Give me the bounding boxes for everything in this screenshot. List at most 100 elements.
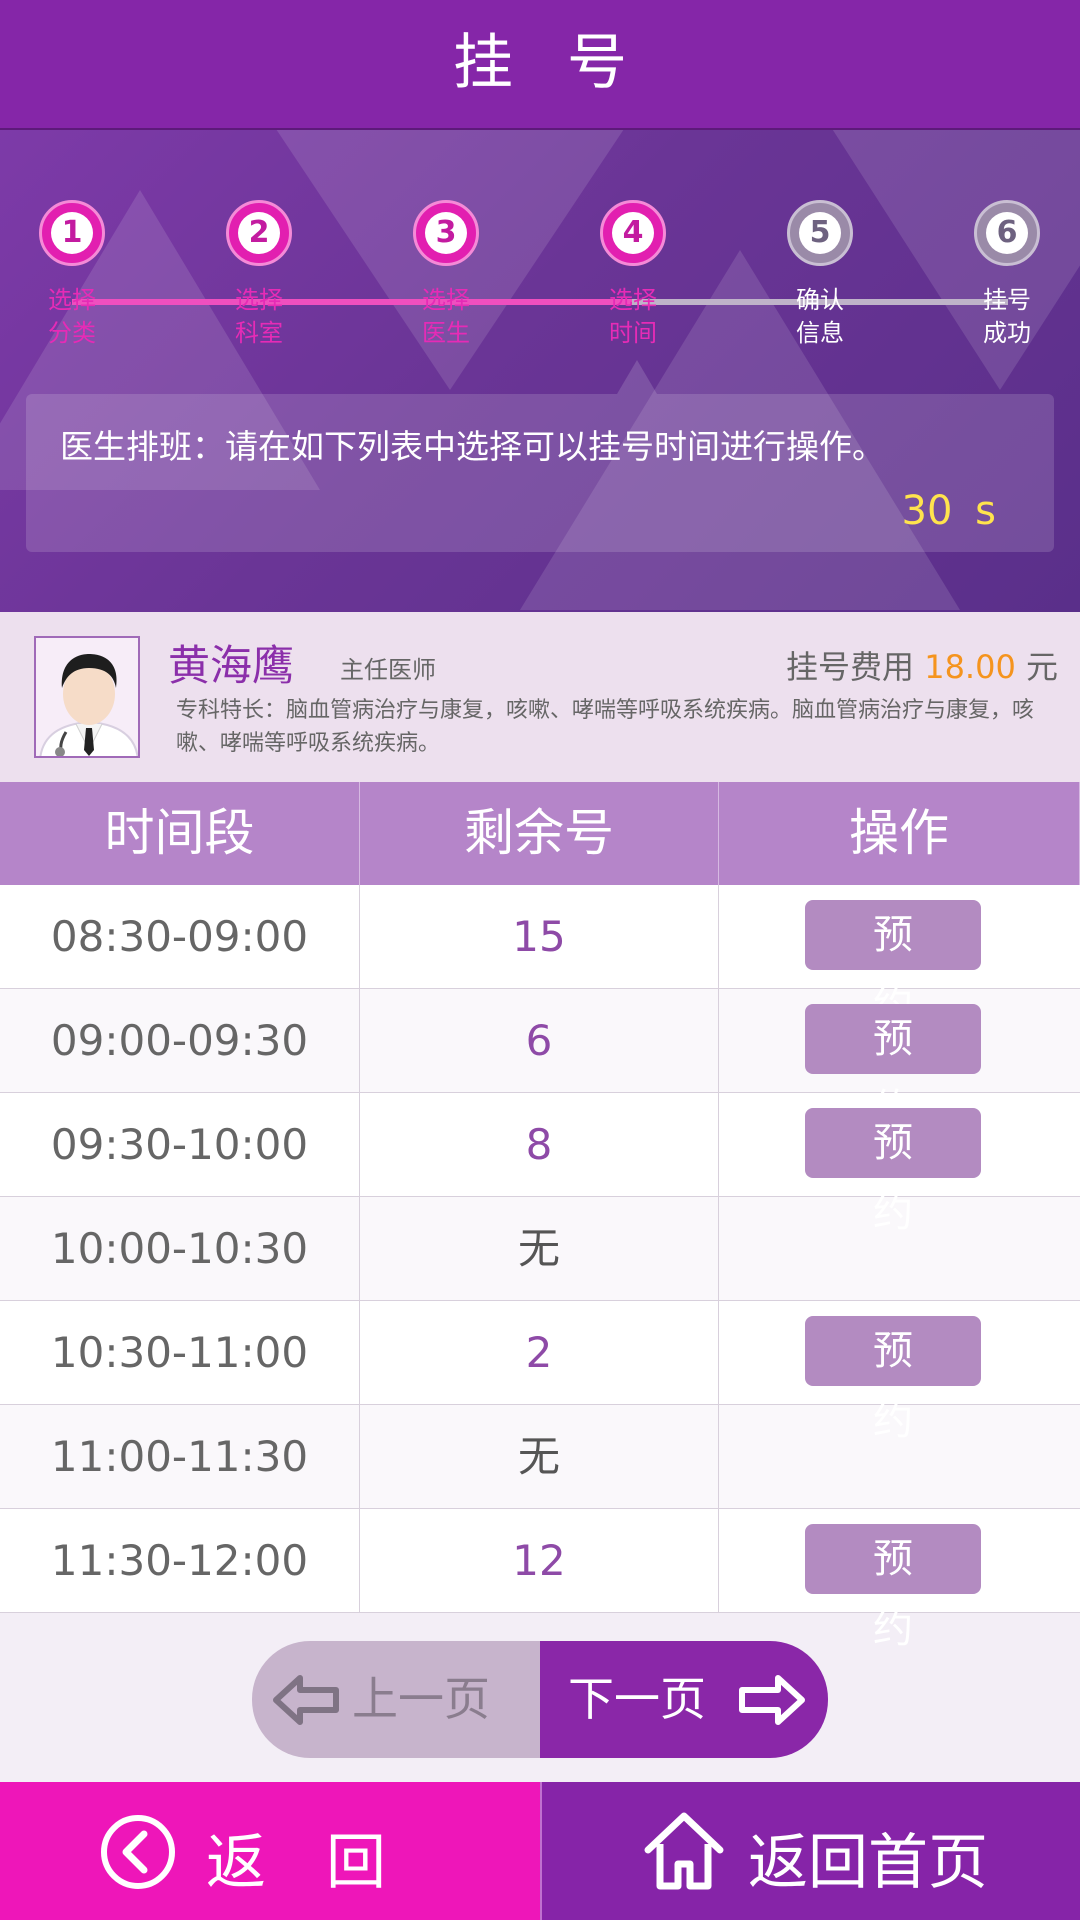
table-row: 10:00-10:30 无 [0,1197,1080,1301]
step-label: 选择 科室 [204,284,314,350]
table-header: 时间段 剩余号 操作 [0,782,1080,885]
remaining-count: 8 [360,1093,719,1196]
action-cell [719,1197,1080,1300]
action-cell: 预 约 [719,1301,1080,1444]
remaining-count: 无 [360,1197,719,1300]
remaining-count: 12 [360,1509,719,1612]
arrow-right-icon [739,1675,805,1725]
step-label-line2: 成功 [983,319,1031,347]
book-button[interactable]: 预 约 [805,1524,981,1652]
step-label: 选择 医生 [391,284,501,350]
step-label-line2: 医生 [422,319,470,347]
step-number: 4 [612,212,654,254]
step-circle: 6 [974,200,1040,266]
app-header: 挂号 [0,0,1080,130]
pager: 上一页 下一页 [252,1641,828,1758]
doctor-title: 主任医师 [340,656,436,684]
step-label-line2: 科室 [235,319,283,347]
step-label-line1: 选择 [609,286,657,314]
doctor-specialty: 专科特长：脑血管病治疗与康复，咳嗽、哮喘等呼吸系统疾病。脑血管病治疗与康复，咳嗽… [176,698,1035,756]
step-label-line2: 信息 [796,319,844,347]
step-circle: 5 [787,200,853,266]
countdown-timer: 30 s [901,488,996,534]
action-cell: 预 约 [719,989,1080,1132]
book-button[interactable]: 预 约 [805,1316,981,1444]
step-line-done [72,299,632,305]
header-remaining: 剩余号 [360,782,719,885]
home-icon [644,1812,724,1890]
step-2: 2 选择科室 [204,200,314,350]
step-label-line1: 选择 [235,286,283,314]
page-title: 挂号 [453,28,681,98]
back-button[interactable]: 返回 [0,1782,540,1920]
back-circle-icon [101,1815,175,1889]
fee-amount: 18.00 [924,648,1016,686]
time-slot: 10:30-11:00 [0,1301,360,1404]
step-3: 3 选择医生 [391,200,501,350]
step-number: 6 [986,212,1028,254]
step-label-line1: 确认 [796,286,844,314]
table-row: 09:30-10:00 8 预 约 [0,1093,1080,1236]
step-label-line1: 挂号 [983,286,1031,314]
time-slot: 11:30-12:00 [0,1509,360,1612]
remaining-count: 2 [360,1301,719,1404]
step-circle: 3 [413,200,479,266]
step-number: 2 [238,212,280,254]
table-row: 11:30-12:00 12 预 约 [0,1509,1080,1652]
next-page-button[interactable]: 下一页 [540,1641,828,1758]
notice-pointer [617,360,657,394]
home-button[interactable]: 返回首页 [540,1782,1080,1920]
step-label: 确认 信息 [765,284,875,350]
step-6: 6 挂号成功 [952,200,1062,350]
notice-message: 医生排班：请在如下列表中选择可以挂号时间进行操作。 [60,427,885,466]
remaining-count: 6 [360,989,719,1092]
step-number: 5 [799,212,841,254]
step-label: 选择 时间 [578,284,688,350]
prev-page-label: 上一页 [352,1672,490,1726]
home-label: 返回首页 [748,1828,988,1898]
step-label-line1: 选择 [422,286,470,314]
step-label-line1: 选择 [48,286,96,314]
time-slot: 09:30-10:00 [0,1093,360,1196]
fee-unit: 元 [1025,648,1058,686]
notice-box: 医生排班：请在如下列表中选择可以挂号时间进行操作。 30 s [26,360,1054,552]
step-label-line2: 时间 [609,319,657,347]
footer-bar: 返回 返回首页 [0,1782,1080,1920]
step-label: 选择 分类 [17,284,127,350]
table-row: 10:30-11:00 2 预 约 [0,1301,1080,1444]
step-4: 4 选择时间 [578,200,688,350]
step-circle: 2 [226,200,292,266]
next-page-label: 下一页 [568,1672,706,1726]
remaining-count: 无 [360,1405,719,1508]
step-circle: 4 [600,200,666,266]
action-cell: 预 约 [719,885,1080,1028]
table-row: 11:00-11:30 无 [0,1405,1080,1509]
step-circle: 1 [39,200,105,266]
book-button[interactable]: 预 约 [805,1108,981,1236]
doctor-avatar [34,636,140,758]
step-number: 1 [51,212,93,254]
table-row: 09:00-09:306 预 约 [0,989,1080,1132]
time-slot: 09:00-09:30 [0,989,360,1092]
arrow-left-icon [273,1675,339,1725]
prev-page-button[interactable]: 上一页 [252,1641,540,1758]
step-label-line2: 分类 [48,319,96,347]
registration-fee: 挂号费用 18.00 元 [786,642,1058,688]
progress-banner: 1 选择 分类 2 选择 科室 3 选择 医生 4 选择 时间 5 确认 信息 6 挂号 成功 医生排班：请在如下… [0,130,1080,612]
fee-label: 挂号费用 [786,648,915,686]
time-slot: 08:30-09:00 [0,885,360,988]
book-button[interactable]: 预 约 [805,900,981,1028]
action-cell: 预 约 [719,1509,1080,1652]
book-button[interactable]: 预 约 [805,1004,981,1132]
step-number: 3 [425,212,467,254]
step-label: 挂号 成功 [952,284,1062,350]
header-time: 时间段 [0,782,360,885]
step-1: 1 选择分类 [17,200,127,350]
remaining-count: 15 [360,885,719,988]
step-5: 5 确认信息 [765,200,875,350]
doctor-card: 黄海鹰 主任医师 挂号费用 18.00 元 专科特长：脑血管病治疗与康复，咳嗽、… [0,612,1080,782]
schedule-table: 时间段 剩余号 操作 08:30-09:0015预 约09:00-09:306预… [0,782,1080,1652]
time-slot: 10:00-10:30 [0,1197,360,1300]
action-cell [719,1405,1080,1508]
table-body: 08:30-09:0015预 约09:00-09:306预 约09:30-10:… [0,885,1080,1652]
